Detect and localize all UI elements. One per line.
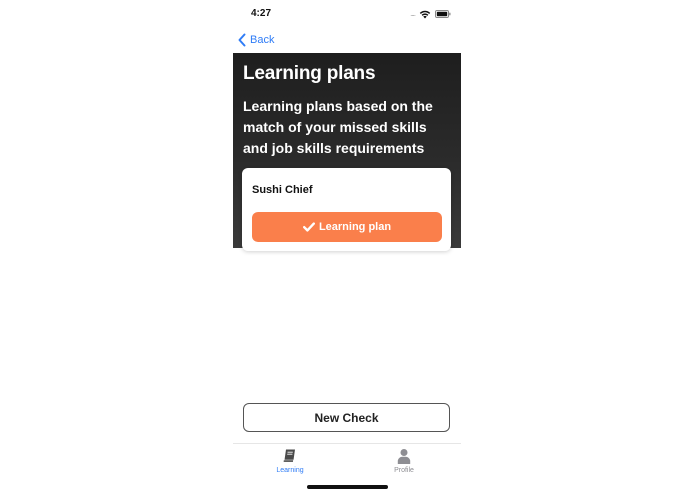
new-check-label: New Check [314, 410, 379, 425]
job-title: Sushi Chief [252, 184, 313, 196]
tab-profile-label: Profile [394, 467, 414, 474]
user-icon [397, 449, 411, 464]
phone-screen: 4:27 .... Back Learning plans Learning p… [233, 0, 461, 494]
learning-plan-card: Sushi Chief Learning plan [242, 168, 451, 251]
status-icons: .... [391, 9, 451, 19]
battery-icon [435, 10, 451, 18]
back-label: Back [250, 34, 275, 46]
tab-profile[interactable]: Profile [369, 448, 439, 478]
status-time: 4:27 [251, 8, 272, 19]
tab-learning-label: Learning [276, 467, 304, 474]
chevron-left-icon [238, 33, 246, 47]
page-title: Learning plans [243, 63, 376, 84]
new-check-button[interactable]: New Check [243, 403, 450, 432]
learning-plan-button[interactable]: Learning plan [252, 212, 442, 242]
book-icon [282, 449, 295, 463]
back-button[interactable]: Back [237, 32, 274, 48]
wifi-icon [419, 10, 431, 19]
page-subtitle: Learning plans based on the match of you… [243, 98, 433, 156]
learning-plan-button-label: Learning plan [318, 221, 392, 233]
home-indicator [307, 485, 388, 489]
signal-icon: .... [410, 9, 416, 18]
status-bar: 4:27 .... [233, 0, 461, 28]
tab-learning[interactable]: Learning [255, 448, 325, 478]
check-icon [302, 222, 315, 232]
